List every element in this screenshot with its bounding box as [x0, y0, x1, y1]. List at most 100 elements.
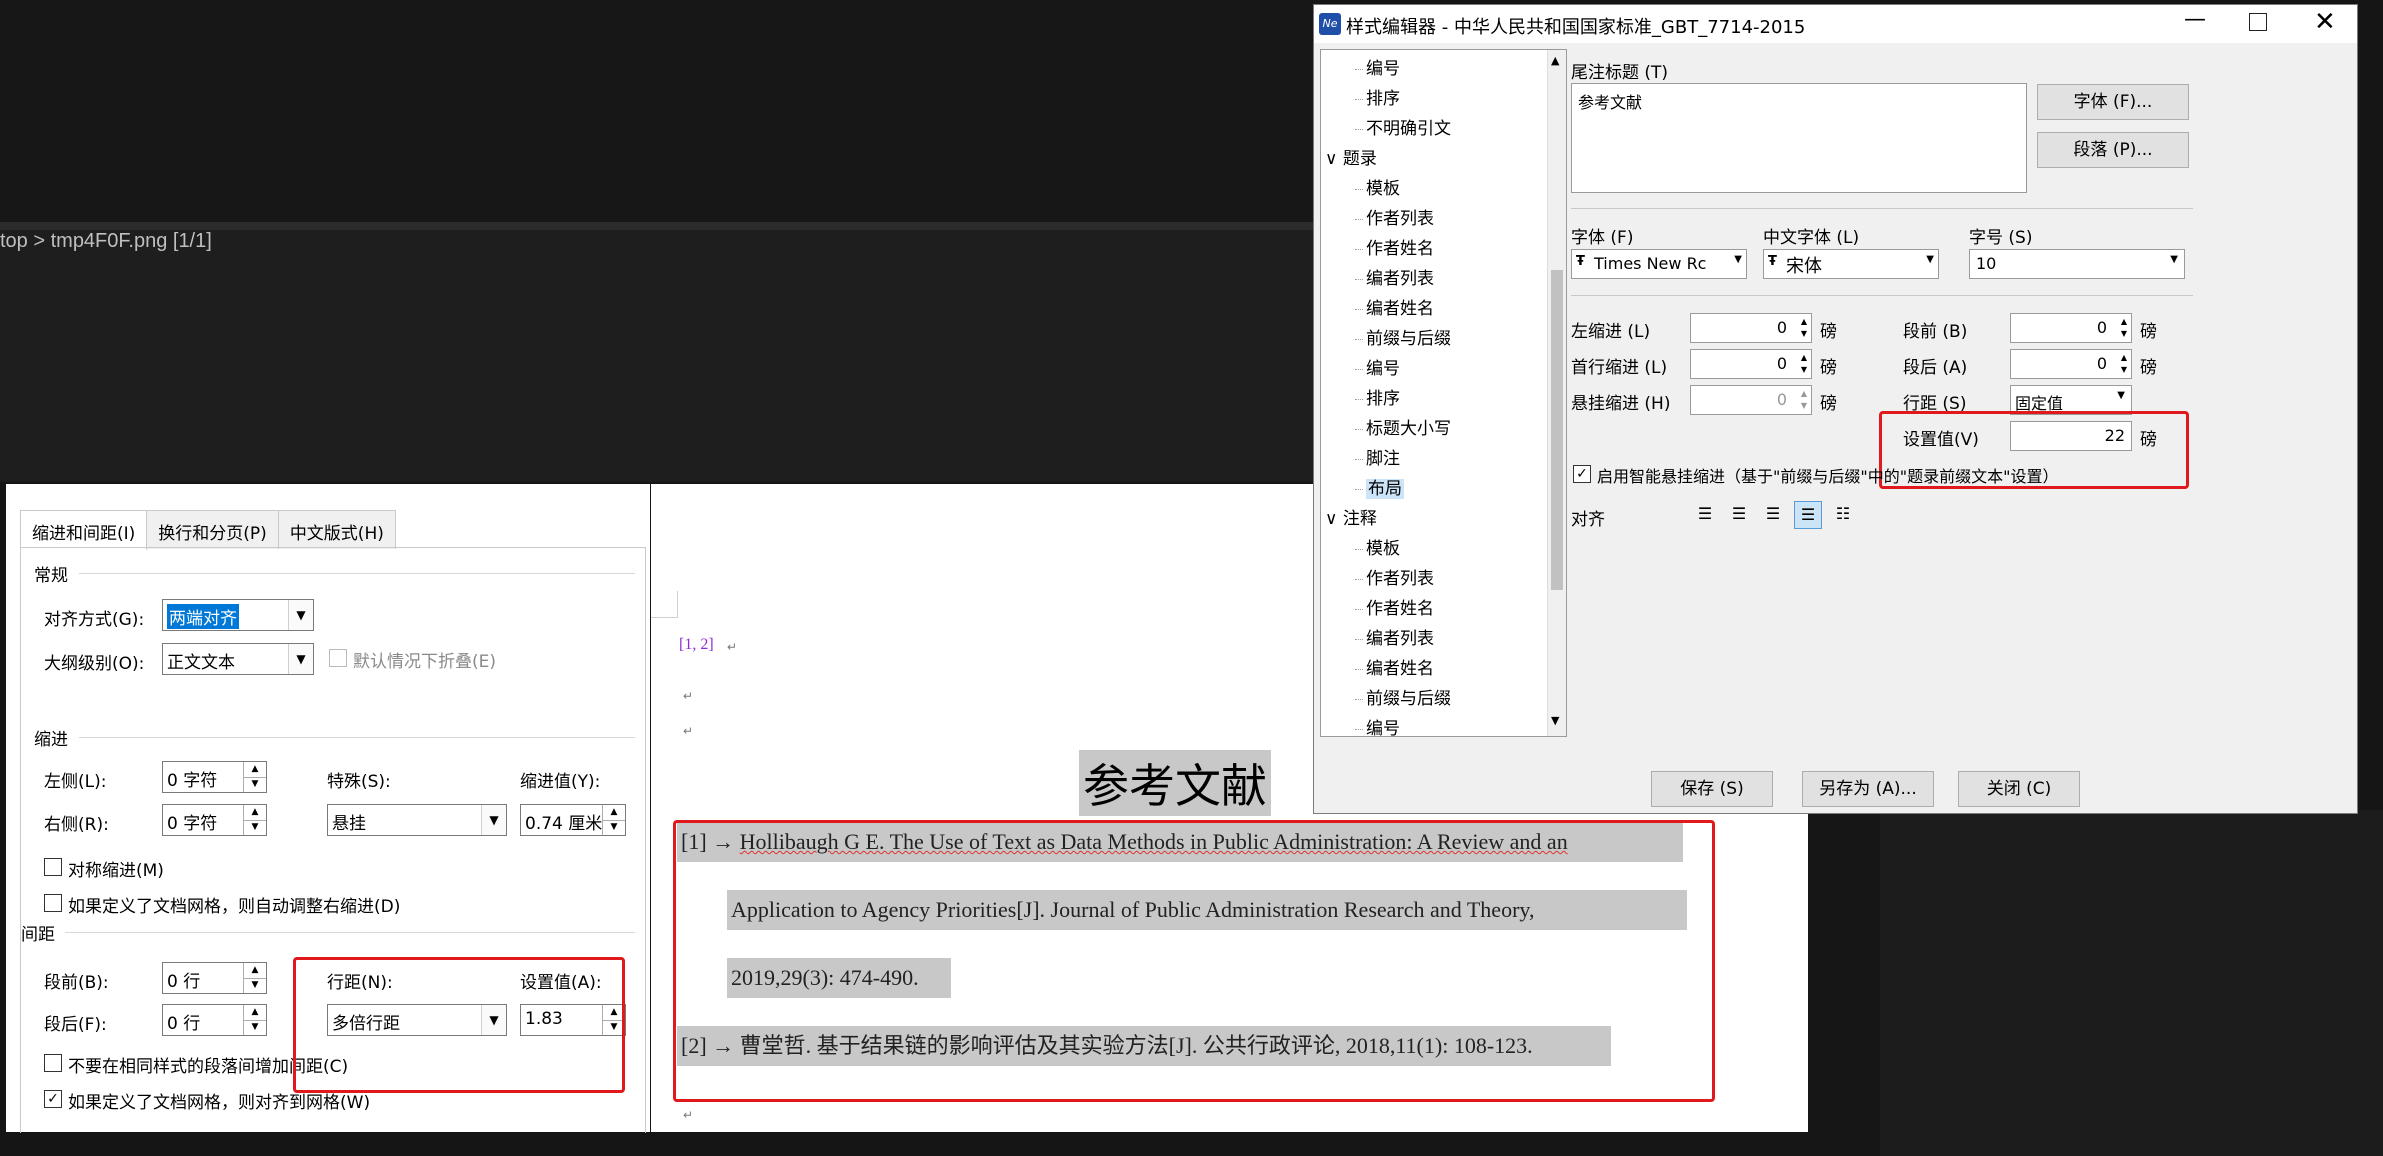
first-indent-field[interactable]: 0 ▲ ▼ [1690, 349, 1812, 379]
chevron-down-icon[interactable]: ∨ [1325, 509, 1343, 529]
save-as-button[interactable]: 另存为 (A)... [1802, 771, 1934, 807]
space-after-spinner[interactable]: 0 行 ▲ ▼ [162, 1004, 267, 1036]
align-justify-icon[interactable]: ☰ [1794, 501, 1822, 529]
tree-connector [1355, 278, 1363, 280]
paragraph-mark: ↵ [683, 724, 694, 738]
align-center-icon[interactable]: ☰ [1726, 501, 1752, 527]
cjk-font-select[interactable]: Ŧ 宋体 ▼ [1763, 249, 1939, 279]
tree-item[interactable]: 模板 [1355, 174, 1400, 199]
spin-up-icon[interactable]: ▲ [603, 805, 625, 821]
paragraph-button[interactable]: 段落 (P)... [2037, 132, 2189, 168]
tree-item[interactable]: 作者列表 [1355, 564, 1434, 589]
tree-item[interactable]: 排序 [1355, 84, 1400, 109]
tree-item[interactable]: 作者姓名 [1355, 594, 1434, 619]
tree-item[interactable]: 前缀与后缀 [1355, 684, 1451, 709]
scroll-down-icon[interactable]: ▼ [1551, 714, 1559, 727]
align-distributed-icon[interactable]: ☷ [1830, 501, 1856, 527]
spin-up-icon[interactable]: ▲ [244, 762, 266, 778]
tree-item[interactable]: 排序 [1355, 384, 1400, 409]
tree-item[interactable]: 模板 [1355, 534, 1400, 559]
spin-icon[interactable]: ▲ ▼ [2121, 352, 2127, 376]
first-indent-unit: 磅 [1820, 358, 1837, 378]
chevron-down-icon[interactable]: ∨ [1325, 149, 1343, 169]
close-button[interactable]: 关闭 (C) [1958, 771, 2080, 807]
right-indent-spinner[interactable]: 0 字符 ▲ ▼ [162, 804, 267, 836]
auto-adjust-checkbox[interactable] [44, 894, 62, 912]
tree-group[interactable]: ∨ 题录 [1325, 144, 1377, 169]
tree-item[interactable]: 编者列表 [1355, 264, 1434, 289]
tree-scrollbar[interactable]: ▲ ▼ [1547, 50, 1566, 736]
tree-item[interactable]: 编号 [1355, 354, 1400, 379]
special-select[interactable]: 悬挂 ▼ [327, 804, 507, 836]
close-icon[interactable]: ✕ [2314, 7, 2336, 37]
endnote-heading-value: 参考文献 [1578, 93, 1643, 112]
spin-up-icon[interactable]: ▲ [244, 963, 266, 979]
tree-item[interactable]: 不明确引文 [1355, 114, 1451, 139]
tree-item[interactable]: 编者列表 [1355, 624, 1434, 649]
size-select[interactable]: 10 ▼ [1969, 249, 2185, 279]
tree-item[interactable]: 编号 [1355, 714, 1400, 739]
snap-to-grid-checkbox[interactable]: ✓ [44, 1090, 62, 1108]
tab-asian-typography[interactable]: 中文版式(H) [277, 510, 396, 549]
spin-down-icon[interactable]: ▼ [603, 820, 625, 835]
tree-item[interactable]: 编号 [1355, 54, 1400, 79]
spin-down-icon[interactable]: ▼ [244, 1020, 266, 1035]
tree-item-label: 作者姓名 [1366, 239, 1434, 259]
spin-icon[interactable]: ▲ ▼ [1801, 316, 1807, 340]
tree-item[interactable]: 标题大小写 [1355, 414, 1451, 439]
left-indent-field[interactable]: 0 ▲ ▼ [1690, 313, 1812, 343]
save-button[interactable]: 保存 (S) [1651, 771, 1773, 807]
scroll-up-icon[interactable]: ▲ [1551, 54, 1559, 67]
left-indent-spinner[interactable]: 0 字符 ▲ ▼ [162, 761, 267, 793]
size-value: 10 [1976, 254, 1997, 273]
tree-connector [1355, 428, 1363, 430]
mirror-indent-checkbox[interactable] [44, 858, 62, 876]
tree-item[interactable]: 布局 [1355, 474, 1404, 499]
tree-item[interactable]: 编者姓名 [1355, 654, 1434, 679]
maximize-icon[interactable] [2249, 13, 2267, 31]
tree-item[interactable]: 编者姓名 [1355, 294, 1434, 319]
alignment-select[interactable]: 两端对齐 ▼ [162, 599, 314, 631]
minimize-icon[interactable]: — [2184, 7, 2206, 32]
font-select[interactable]: Ŧ Times New Rc ▼ [1571, 249, 1747, 279]
special-label: 特殊(S): [327, 772, 391, 792]
align-right-icon[interactable]: ☰ [1760, 501, 1786, 527]
spin-up-icon[interactable]: ▲ [244, 1005, 266, 1021]
no-space-same-style-checkbox[interactable] [44, 1054, 62, 1072]
left-indent-value: 0 字符 [167, 771, 218, 791]
tree-connector [1355, 368, 1363, 370]
tab-line-page-breaks[interactable]: 换行和分页(P) [146, 510, 279, 549]
font-button[interactable]: 字体 (F)... [2037, 84, 2189, 120]
collapse-checkbox[interactable] [329, 649, 347, 667]
smart-hanging-checkbox[interactable]: ✓ [1573, 465, 1591, 483]
scroll-thumb[interactable] [1551, 270, 1563, 590]
endnote-heading-field[interactable]: 参考文献 [1571, 83, 2027, 193]
indent-by-spinner[interactable]: 0.74 厘米 ▲ ▼ [520, 804, 626, 836]
hanging-indent-field[interactable]: 0 ▲ ▼ [1690, 385, 1812, 415]
truetype-icon: Ŧ [1576, 254, 1585, 269]
space-before-value: 0 [2096, 318, 2107, 337]
space-after-field[interactable]: 0 ▲ ▼ [2010, 349, 2132, 379]
tree-group[interactable]: ∨ 注释 [1325, 504, 1377, 529]
tree-item[interactable]: 作者姓名 [1355, 234, 1434, 259]
space-before-value: 0 行 [167, 972, 201, 992]
tree-item[interactable]: 作者列表 [1355, 204, 1434, 229]
space-before-spinner[interactable]: 0 行 ▲ ▼ [162, 962, 267, 994]
spin-up-icon[interactable]: ▲ [244, 805, 266, 821]
align-left-icon[interactable]: ☰ [1692, 501, 1718, 527]
spin-icon[interactable]: ▲ ▼ [2121, 316, 2127, 340]
spin-down-icon[interactable]: ▼ [244, 978, 266, 993]
spin-down-icon[interactable]: ▼ [244, 777, 266, 792]
space-after-unit: 磅 [2140, 358, 2157, 378]
hanging-indent-value: 0 [1776, 390, 1787, 409]
chevron-down-icon: ▼ [1734, 254, 1742, 265]
outline-level-select[interactable]: 正文文本 ▼ [162, 643, 314, 675]
spin-icon[interactable]: ▲ ▼ [1801, 388, 1807, 412]
tree-connector [1355, 668, 1363, 670]
space-before-field[interactable]: 0 ▲ ▼ [2010, 313, 2132, 343]
tab-indent-spacing[interactable]: 缩进和间距(I) [20, 510, 148, 550]
tree-item[interactable]: 前缀与后缀 [1355, 324, 1451, 349]
spin-icon[interactable]: ▲ ▼ [1801, 352, 1807, 376]
tree-item[interactable]: 脚注 [1355, 444, 1400, 469]
spin-down-icon[interactable]: ▼ [244, 820, 266, 835]
